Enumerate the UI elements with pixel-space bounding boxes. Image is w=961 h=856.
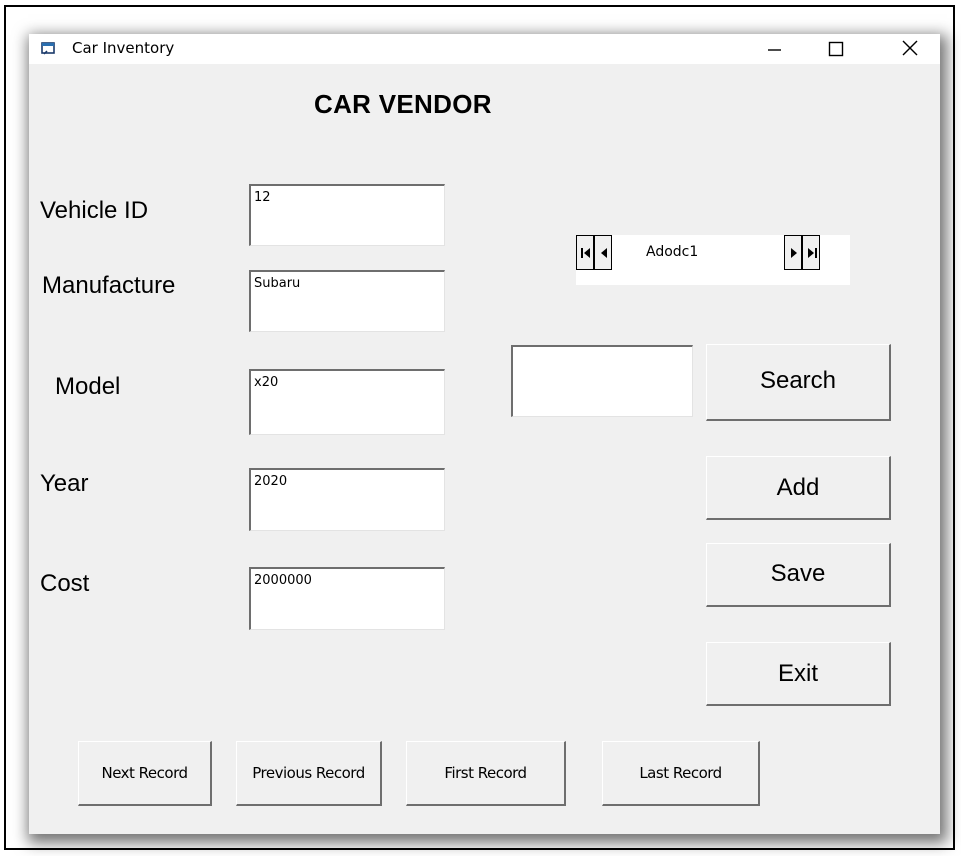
cost-field[interactable]: 2000000 xyxy=(249,567,445,630)
minimize-icon xyxy=(768,49,781,51)
adodc-caption: Adodc1 xyxy=(646,244,699,260)
manufacture-label: Manufacture xyxy=(42,272,176,299)
next-record-icon xyxy=(791,248,797,258)
cost-value: 2000000 xyxy=(254,573,312,588)
vehicle-id-label: Vehicle ID xyxy=(40,197,149,224)
year-label: Year xyxy=(40,470,89,497)
last-record-icon xyxy=(808,248,817,258)
last-record-button[interactable]: Last Record xyxy=(602,741,760,806)
close-icon xyxy=(902,40,918,56)
manufacture-field[interactable]: Subaru xyxy=(249,270,445,332)
vehicle-id-value: 12 xyxy=(254,190,271,205)
maximize-button[interactable] xyxy=(813,34,859,64)
prev-record-nav-button[interactable] xyxy=(594,235,612,270)
prev-record-icon xyxy=(601,248,607,258)
save-button[interactable]: Save xyxy=(706,543,891,607)
maximize-icon xyxy=(828,41,844,57)
exit-button[interactable]: Exit xyxy=(706,642,891,706)
add-button[interactable]: Add xyxy=(706,456,891,520)
year-field[interactable]: 2020 xyxy=(249,468,445,531)
close-button[interactable] xyxy=(887,34,933,64)
page-title: CAR VENDOR xyxy=(314,89,492,119)
model-label: Model xyxy=(55,373,121,400)
last-record-nav-button[interactable] xyxy=(802,235,820,270)
minimize-button[interactable] xyxy=(751,34,797,64)
model-value: x20 xyxy=(254,375,279,390)
app-window-icon xyxy=(41,42,55,55)
model-field[interactable]: x20 xyxy=(249,369,445,435)
cost-label: Cost xyxy=(40,570,90,597)
search-button[interactable]: Search xyxy=(706,344,891,421)
manufacture-value: Subaru xyxy=(254,276,301,291)
adodc-data-control: Adodc1 xyxy=(576,235,850,285)
year-value: 2020 xyxy=(254,474,288,489)
previous-record-button[interactable]: Previous Record xyxy=(236,741,382,806)
next-record-button[interactable]: Next Record xyxy=(78,741,212,806)
car-inventory-window: Car Inventory CAR VENDOR Vehicle ID Manu… xyxy=(29,34,940,834)
search-input[interactable] xyxy=(511,345,693,417)
vehicle-id-field[interactable]: 12 xyxy=(249,184,445,246)
next-record-nav-button[interactable] xyxy=(784,235,802,270)
window-title: Car Inventory xyxy=(72,39,175,57)
screenshot-frame: Car Inventory CAR VENDOR Vehicle ID Manu… xyxy=(4,5,955,850)
title-bar: Car Inventory xyxy=(29,34,940,64)
first-record-nav-button[interactable] xyxy=(576,235,594,270)
first-record-button[interactable]: First Record xyxy=(406,741,566,806)
first-record-icon xyxy=(581,248,590,258)
